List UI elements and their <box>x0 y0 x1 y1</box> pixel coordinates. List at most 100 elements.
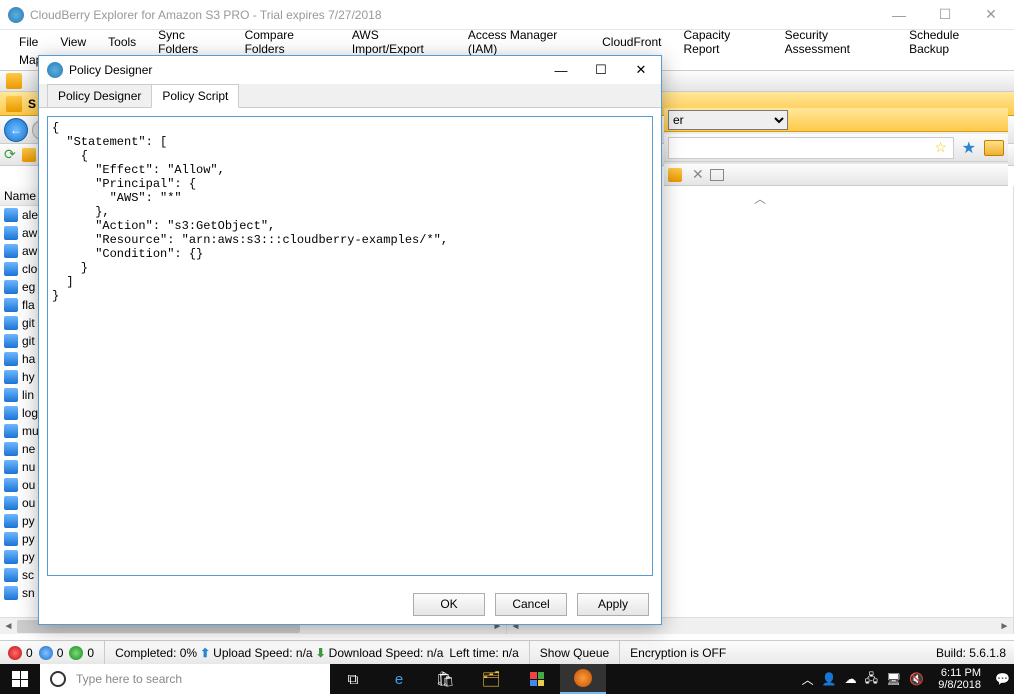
address-bar-right[interactable]: ☆ <box>668 137 954 159</box>
menu-view[interactable]: View <box>51 32 95 52</box>
status-info-count: 0 <box>57 646 64 660</box>
tab-policy-script[interactable]: Policy Script <box>151 84 239 108</box>
task-view-button[interactable]: ⧉ <box>330 664 376 694</box>
bucket-icon <box>4 298 18 312</box>
open-folder-icon[interactable] <box>984 140 1004 156</box>
tray-people-icon[interactable]: 👤 <box>822 672 837 686</box>
bucket-icon <box>4 550 18 564</box>
status-error-count: 0 <box>26 646 33 660</box>
menu-tools[interactable]: Tools <box>99 32 145 52</box>
menu-schedule-backup[interactable]: Schedule Backup <box>900 25 1004 59</box>
apply-button[interactable]: Apply <box>577 593 649 616</box>
scroll-right-arrow[interactable]: ► <box>996 618 1013 634</box>
status-dot-ok-icon <box>69 646 83 660</box>
taskbar-explorer-icon[interactable]: 🗂 <box>468 664 514 694</box>
show-queue-link[interactable]: Show Queue <box>540 646 609 660</box>
menu-cloudfront[interactable]: CloudFront <box>593 32 670 52</box>
bucket-name: git <box>22 334 35 348</box>
bucket-icon[interactable] <box>22 148 36 162</box>
clock-time: 6:11 PM <box>938 667 981 679</box>
ok-button[interactable]: OK <box>413 593 485 616</box>
tray-display-icon[interactable]: 🖥 <box>886 672 901 686</box>
dialog-maximize-button[interactable]: ☐ <box>581 56 621 84</box>
delete-icon[interactable]: ✕ <box>692 166 704 183</box>
bucket-name: fla <box>22 298 35 312</box>
menu-file[interactable]: File <box>10 32 47 52</box>
bucket-icon <box>4 244 18 258</box>
upload-arrow-icon: ⬆ <box>200 646 210 660</box>
tray-onedrive-icon[interactable]: ☁ <box>845 672 857 686</box>
bucket-icon <box>4 280 18 294</box>
status-download-speed: Download Speed: n/a <box>329 646 444 660</box>
tray-network-icon[interactable]: 🖧 <box>865 669 878 690</box>
bucket-icon <box>4 460 18 474</box>
dialog-minimize-button[interactable]: — <box>541 56 581 84</box>
dialog-close-button[interactable]: ✕ <box>621 56 661 84</box>
menu-access-manager[interactable]: Access Manager (IAM) <box>459 25 589 59</box>
favorite-icon[interactable]: ☆ <box>933 140 949 156</box>
bucket-icon <box>4 442 18 456</box>
bucket-icon <box>4 352 18 366</box>
bucket-name: log <box>22 406 38 420</box>
bucket-icon <box>4 226 18 240</box>
bucket-icon <box>4 208 18 222</box>
bucket-name: py <box>22 550 35 564</box>
source-selector-right: er <box>664 108 1008 132</box>
policy-script-textarea[interactable] <box>47 116 653 576</box>
tray-chevron-icon[interactable]: ︿ <box>802 671 814 688</box>
status-completed: Completed: 0% <box>115 646 197 660</box>
bucket-name: mu <box>22 424 39 438</box>
start-button[interactable] <box>0 664 40 694</box>
source-dropdown-right[interactable]: er <box>668 110 788 130</box>
bucket-name: ou <box>22 496 35 510</box>
build-version: Build: 5.6.1.8 <box>936 646 1006 660</box>
bucket-icon <box>4 532 18 546</box>
bucket-icon <box>4 262 18 276</box>
bucket-icon <box>4 334 18 348</box>
tray-notifications-icon[interactable]: 💬 <box>995 672 1010 686</box>
status-left-time: Left time: n/a <box>449 646 518 660</box>
encryption-status: Encryption is OFF <box>630 646 726 660</box>
properties-icon[interactable] <box>710 169 724 181</box>
bucket-icon <box>4 478 18 492</box>
bucket-name: eg <box>22 280 35 294</box>
status-ok-count: 0 <box>87 646 94 660</box>
bucket-name: lin <box>22 388 34 402</box>
bucket-icon <box>4 424 18 438</box>
bucket-icon <box>4 406 18 420</box>
cancel-button[interactable]: Cancel <box>495 593 567 616</box>
download-arrow-icon: ⬇ <box>316 646 326 660</box>
bucket-icon <box>4 514 18 528</box>
navigation-bar-right: ☆ ★ <box>664 134 1008 162</box>
nav-back-button[interactable]: ← <box>4 118 28 142</box>
tray-volume-muted-icon[interactable]: 🔇 <box>909 672 924 686</box>
menu-capacity-report[interactable]: Capacity Report <box>675 25 772 59</box>
dialog-button-row: OK Cancel Apply <box>39 584 661 624</box>
policy-designer-dialog: Policy Designer — ☐ ✕ Policy Designer Po… <box>38 55 662 625</box>
windows-taskbar: Type here to search ⧉ e 🛍 🗂 ︿ 👤 ☁ 🖧 🖥 🔇 … <box>0 664 1014 694</box>
menu-sync-folders[interactable]: Sync Folders <box>149 25 231 59</box>
dialog-app-icon <box>47 62 63 78</box>
menu-compare-folders[interactable]: Compare Folders <box>236 25 339 59</box>
scroll-left-arrow[interactable]: ◄ <box>0 618 17 634</box>
taskbar-msoffice-icon[interactable] <box>514 664 560 694</box>
taskbar-search[interactable]: Type here to search <box>40 664 330 694</box>
bucket-name: sn <box>22 586 35 600</box>
windows-logo-icon <box>12 671 28 687</box>
taskbar-edge-icon[interactable]: e <box>376 664 422 694</box>
menu-security-assessment[interactable]: Security Assessment <box>776 25 896 59</box>
bucket-name: ha <box>22 352 35 366</box>
status-dot-error-icon <box>8 646 22 660</box>
tab-policy-designer[interactable]: Policy Designer <box>47 84 152 107</box>
bucket-name: ne <box>22 442 35 456</box>
bucket-icon[interactable] <box>668 168 682 182</box>
favorites-menu-icon[interactable]: ★ <box>962 138 976 158</box>
taskbar-store-icon[interactable]: 🛍 <box>422 664 468 694</box>
pane-toolbar-right: ✕ <box>664 164 1008 186</box>
taskbar-cloudberry-icon[interactable] <box>560 664 606 694</box>
refresh-icon[interactable]: ⟳ <box>4 146 16 163</box>
taskbar-clock[interactable]: 6:11 PM 9/8/2018 <box>932 667 987 691</box>
bucket-name: aw <box>22 226 37 240</box>
bucket-name: nu <box>22 460 35 474</box>
menu-aws-import-export[interactable]: AWS Import/Export <box>343 25 455 59</box>
